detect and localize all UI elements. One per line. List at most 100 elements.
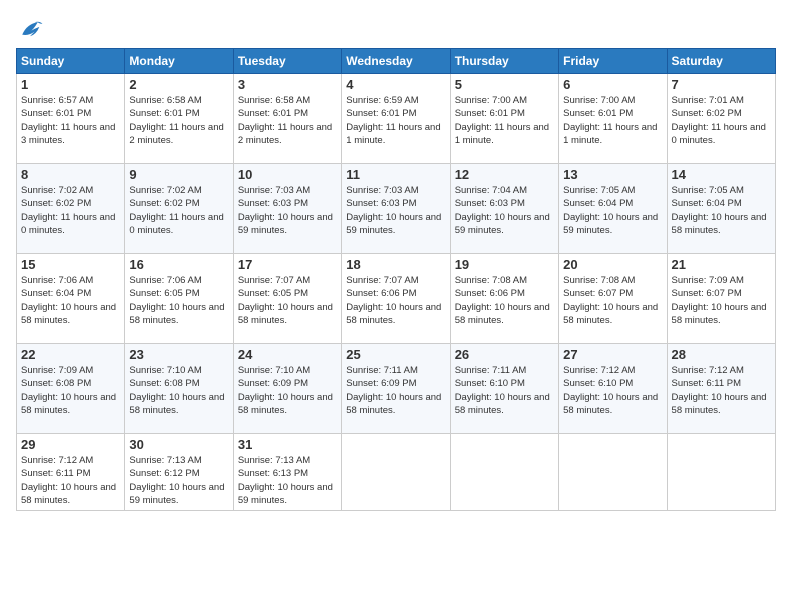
calendar-cell bbox=[342, 434, 450, 511]
day-number: 27 bbox=[563, 347, 662, 362]
day-number: 21 bbox=[672, 257, 771, 272]
day-number: 18 bbox=[346, 257, 445, 272]
day-number: 23 bbox=[129, 347, 228, 362]
calendar-cell: 13 Sunrise: 7:05 AM Sunset: 6:04 PM Dayl… bbox=[559, 164, 667, 254]
day-number: 20 bbox=[563, 257, 662, 272]
calendar-cell: 7 Sunrise: 7:01 AM Sunset: 6:02 PM Dayli… bbox=[667, 74, 775, 164]
calendar-week-5: 29 Sunrise: 7:12 AM Sunset: 6:11 PM Dayl… bbox=[17, 434, 776, 511]
calendar-cell: 14 Sunrise: 7:05 AM Sunset: 6:04 PM Dayl… bbox=[667, 164, 775, 254]
calendar-dow-wednesday: Wednesday bbox=[342, 49, 450, 74]
day-number: 24 bbox=[238, 347, 337, 362]
calendar-cell bbox=[559, 434, 667, 511]
calendar-dow-saturday: Saturday bbox=[667, 49, 775, 74]
day-number: 31 bbox=[238, 437, 337, 452]
calendar-dow-tuesday: Tuesday bbox=[233, 49, 341, 74]
day-info: Sunrise: 7:06 AM Sunset: 6:05 PM Dayligh… bbox=[129, 274, 228, 327]
day-number: 12 bbox=[455, 167, 554, 182]
day-number: 8 bbox=[21, 167, 120, 182]
day-number: 22 bbox=[21, 347, 120, 362]
day-info: Sunrise: 7:10 AM Sunset: 6:08 PM Dayligh… bbox=[129, 364, 228, 417]
day-number: 28 bbox=[672, 347, 771, 362]
calendar-header-row: SundayMondayTuesdayWednesdayThursdayFrid… bbox=[17, 49, 776, 74]
calendar-cell: 24 Sunrise: 7:10 AM Sunset: 6:09 PM Dayl… bbox=[233, 344, 341, 434]
calendar-cell: 16 Sunrise: 7:06 AM Sunset: 6:05 PM Dayl… bbox=[125, 254, 233, 344]
calendar-cell: 28 Sunrise: 7:12 AM Sunset: 6:11 PM Dayl… bbox=[667, 344, 775, 434]
calendar-cell: 30 Sunrise: 7:13 AM Sunset: 6:12 PM Dayl… bbox=[125, 434, 233, 511]
calendar-cell: 29 Sunrise: 7:12 AM Sunset: 6:11 PM Dayl… bbox=[17, 434, 125, 511]
day-info: Sunrise: 7:04 AM Sunset: 6:03 PM Dayligh… bbox=[455, 184, 554, 237]
day-number: 7 bbox=[672, 77, 771, 92]
day-info: Sunrise: 6:58 AM Sunset: 6:01 PM Dayligh… bbox=[129, 94, 228, 147]
day-number: 6 bbox=[563, 77, 662, 92]
day-number: 1 bbox=[21, 77, 120, 92]
page-header bbox=[16, 16, 776, 44]
calendar-cell: 22 Sunrise: 7:09 AM Sunset: 6:08 PM Dayl… bbox=[17, 344, 125, 434]
calendar-cell: 8 Sunrise: 7:02 AM Sunset: 6:02 PM Dayli… bbox=[17, 164, 125, 254]
day-info: Sunrise: 7:12 AM Sunset: 6:10 PM Dayligh… bbox=[563, 364, 662, 417]
day-info: Sunrise: 7:13 AM Sunset: 6:12 PM Dayligh… bbox=[129, 454, 228, 507]
day-info: Sunrise: 7:05 AM Sunset: 6:04 PM Dayligh… bbox=[672, 184, 771, 237]
day-number: 4 bbox=[346, 77, 445, 92]
calendar-cell: 26 Sunrise: 7:11 AM Sunset: 6:10 PM Dayl… bbox=[450, 344, 558, 434]
calendar-cell: 10 Sunrise: 7:03 AM Sunset: 6:03 PM Dayl… bbox=[233, 164, 341, 254]
day-number: 13 bbox=[563, 167, 662, 182]
calendar-cell: 12 Sunrise: 7:04 AM Sunset: 6:03 PM Dayl… bbox=[450, 164, 558, 254]
day-info: Sunrise: 7:10 AM Sunset: 6:09 PM Dayligh… bbox=[238, 364, 337, 417]
logo bbox=[16, 16, 48, 44]
day-info: Sunrise: 7:03 AM Sunset: 6:03 PM Dayligh… bbox=[346, 184, 445, 237]
day-info: Sunrise: 6:58 AM Sunset: 6:01 PM Dayligh… bbox=[238, 94, 337, 147]
calendar-cell: 19 Sunrise: 7:08 AM Sunset: 6:06 PM Dayl… bbox=[450, 254, 558, 344]
calendar-cell: 3 Sunrise: 6:58 AM Sunset: 6:01 PM Dayli… bbox=[233, 74, 341, 164]
day-info: Sunrise: 6:57 AM Sunset: 6:01 PM Dayligh… bbox=[21, 94, 120, 147]
calendar-cell: 9 Sunrise: 7:02 AM Sunset: 6:02 PM Dayli… bbox=[125, 164, 233, 254]
day-number: 10 bbox=[238, 167, 337, 182]
day-number: 15 bbox=[21, 257, 120, 272]
day-number: 5 bbox=[455, 77, 554, 92]
calendar-cell: 18 Sunrise: 7:07 AM Sunset: 6:06 PM Dayl… bbox=[342, 254, 450, 344]
calendar-week-2: 8 Sunrise: 7:02 AM Sunset: 6:02 PM Dayli… bbox=[17, 164, 776, 254]
day-number: 26 bbox=[455, 347, 554, 362]
day-info: Sunrise: 7:08 AM Sunset: 6:07 PM Dayligh… bbox=[563, 274, 662, 327]
calendar-cell: 17 Sunrise: 7:07 AM Sunset: 6:05 PM Dayl… bbox=[233, 254, 341, 344]
calendar-cell: 23 Sunrise: 7:10 AM Sunset: 6:08 PM Dayl… bbox=[125, 344, 233, 434]
calendar-cell: 6 Sunrise: 7:00 AM Sunset: 6:01 PM Dayli… bbox=[559, 74, 667, 164]
day-info: Sunrise: 7:07 AM Sunset: 6:05 PM Dayligh… bbox=[238, 274, 337, 327]
calendar-dow-monday: Monday bbox=[125, 49, 233, 74]
day-info: Sunrise: 7:11 AM Sunset: 6:09 PM Dayligh… bbox=[346, 364, 445, 417]
calendar-cell: 20 Sunrise: 7:08 AM Sunset: 6:07 PM Dayl… bbox=[559, 254, 667, 344]
calendar-cell: 11 Sunrise: 7:03 AM Sunset: 6:03 PM Dayl… bbox=[342, 164, 450, 254]
day-number: 16 bbox=[129, 257, 228, 272]
day-number: 3 bbox=[238, 77, 337, 92]
day-info: Sunrise: 7:07 AM Sunset: 6:06 PM Dayligh… bbox=[346, 274, 445, 327]
calendar-dow-sunday: Sunday bbox=[17, 49, 125, 74]
calendar-cell: 25 Sunrise: 7:11 AM Sunset: 6:09 PM Dayl… bbox=[342, 344, 450, 434]
day-info: Sunrise: 7:06 AM Sunset: 6:04 PM Dayligh… bbox=[21, 274, 120, 327]
calendar-cell bbox=[667, 434, 775, 511]
day-info: Sunrise: 7:05 AM Sunset: 6:04 PM Dayligh… bbox=[563, 184, 662, 237]
day-info: Sunrise: 6:59 AM Sunset: 6:01 PM Dayligh… bbox=[346, 94, 445, 147]
day-number: 25 bbox=[346, 347, 445, 362]
calendar-week-3: 15 Sunrise: 7:06 AM Sunset: 6:04 PM Dayl… bbox=[17, 254, 776, 344]
day-number: 9 bbox=[129, 167, 228, 182]
calendar-cell: 21 Sunrise: 7:09 AM Sunset: 6:07 PM Dayl… bbox=[667, 254, 775, 344]
day-info: Sunrise: 7:02 AM Sunset: 6:02 PM Dayligh… bbox=[129, 184, 228, 237]
calendar-week-1: 1 Sunrise: 6:57 AM Sunset: 6:01 PM Dayli… bbox=[17, 74, 776, 164]
calendar-cell bbox=[450, 434, 558, 511]
calendar-cell: 27 Sunrise: 7:12 AM Sunset: 6:10 PM Dayl… bbox=[559, 344, 667, 434]
day-number: 19 bbox=[455, 257, 554, 272]
calendar-dow-friday: Friday bbox=[559, 49, 667, 74]
calendar-cell: 1 Sunrise: 6:57 AM Sunset: 6:01 PM Dayli… bbox=[17, 74, 125, 164]
day-info: Sunrise: 7:00 AM Sunset: 6:01 PM Dayligh… bbox=[455, 94, 554, 147]
day-info: Sunrise: 7:09 AM Sunset: 6:07 PM Dayligh… bbox=[672, 274, 771, 327]
calendar-dow-thursday: Thursday bbox=[450, 49, 558, 74]
day-number: 29 bbox=[21, 437, 120, 452]
calendar-cell: 5 Sunrise: 7:00 AM Sunset: 6:01 PM Dayli… bbox=[450, 74, 558, 164]
day-number: 14 bbox=[672, 167, 771, 182]
calendar-cell: 4 Sunrise: 6:59 AM Sunset: 6:01 PM Dayli… bbox=[342, 74, 450, 164]
calendar-table: SundayMondayTuesdayWednesdayThursdayFrid… bbox=[16, 48, 776, 511]
calendar-cell: 31 Sunrise: 7:13 AM Sunset: 6:13 PM Dayl… bbox=[233, 434, 341, 511]
day-info: Sunrise: 7:02 AM Sunset: 6:02 PM Dayligh… bbox=[21, 184, 120, 237]
day-info: Sunrise: 7:08 AM Sunset: 6:06 PM Dayligh… bbox=[455, 274, 554, 327]
calendar-week-4: 22 Sunrise: 7:09 AM Sunset: 6:08 PM Dayl… bbox=[17, 344, 776, 434]
day-number: 2 bbox=[129, 77, 228, 92]
